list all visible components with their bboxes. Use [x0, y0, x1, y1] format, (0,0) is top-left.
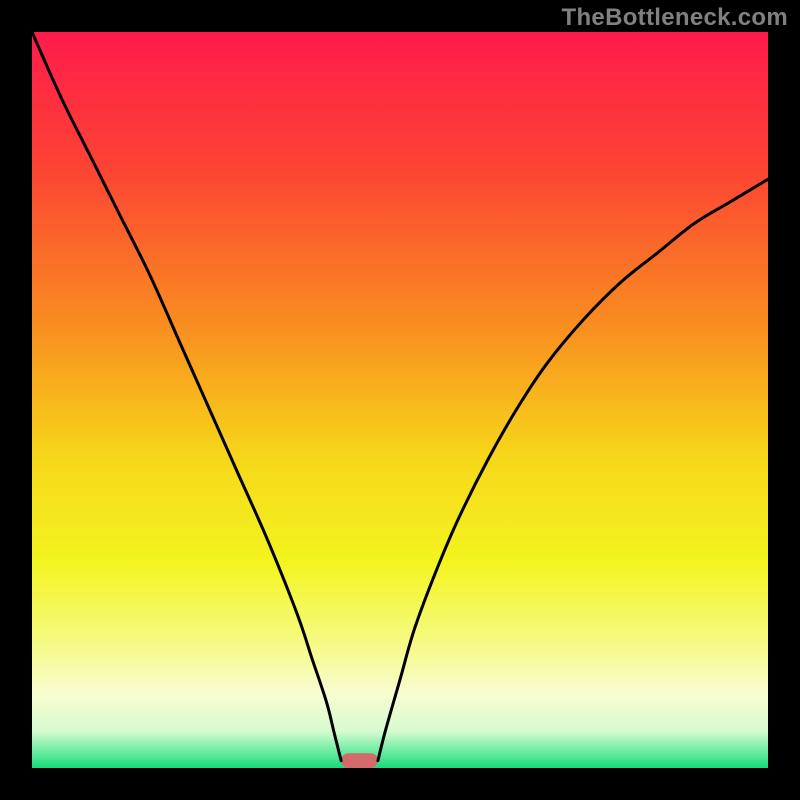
- highlight-bar: [341, 753, 378, 768]
- plot-svg: [32, 32, 768, 768]
- gradient-background: [32, 32, 768, 768]
- plot-area: [32, 32, 768, 768]
- watermark-text: TheBottleneck.com: [562, 4, 788, 32]
- chart-container: TheBottleneck.com: [0, 0, 800, 800]
